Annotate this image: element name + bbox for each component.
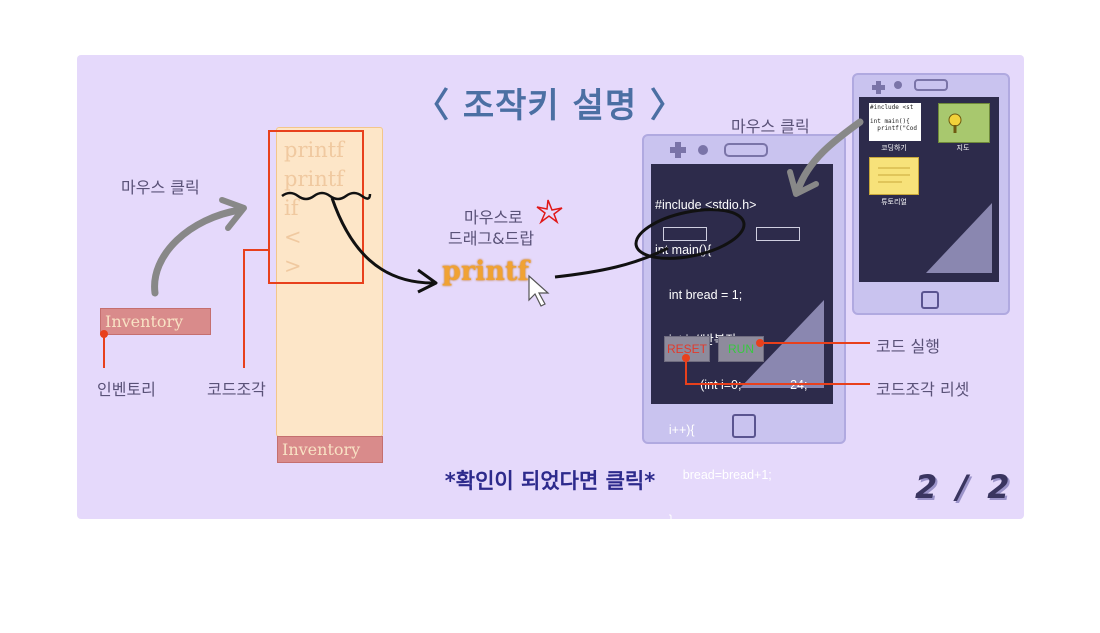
annotation-dot: [100, 330, 108, 338]
code-line: }: [655, 603, 660, 617]
drop-target-circle: [634, 208, 746, 260]
mouse-cursor-icon: [528, 274, 550, 307]
click-arrow-right-icon: [794, 118, 864, 194]
annotation-dot: [682, 354, 690, 362]
click-arrow-icon: [151, 206, 244, 297]
star-icon: [536, 199, 563, 225]
annotation-lines-red: [103, 249, 870, 385]
drop-arrow-icon: [554, 246, 669, 279]
wavy-underline-icon: [281, 191, 372, 201]
annotation-dot: [756, 339, 764, 347]
annotation-overlay: [100, 118, 870, 385]
page-indicator: 2 / 2: [915, 468, 1014, 506]
